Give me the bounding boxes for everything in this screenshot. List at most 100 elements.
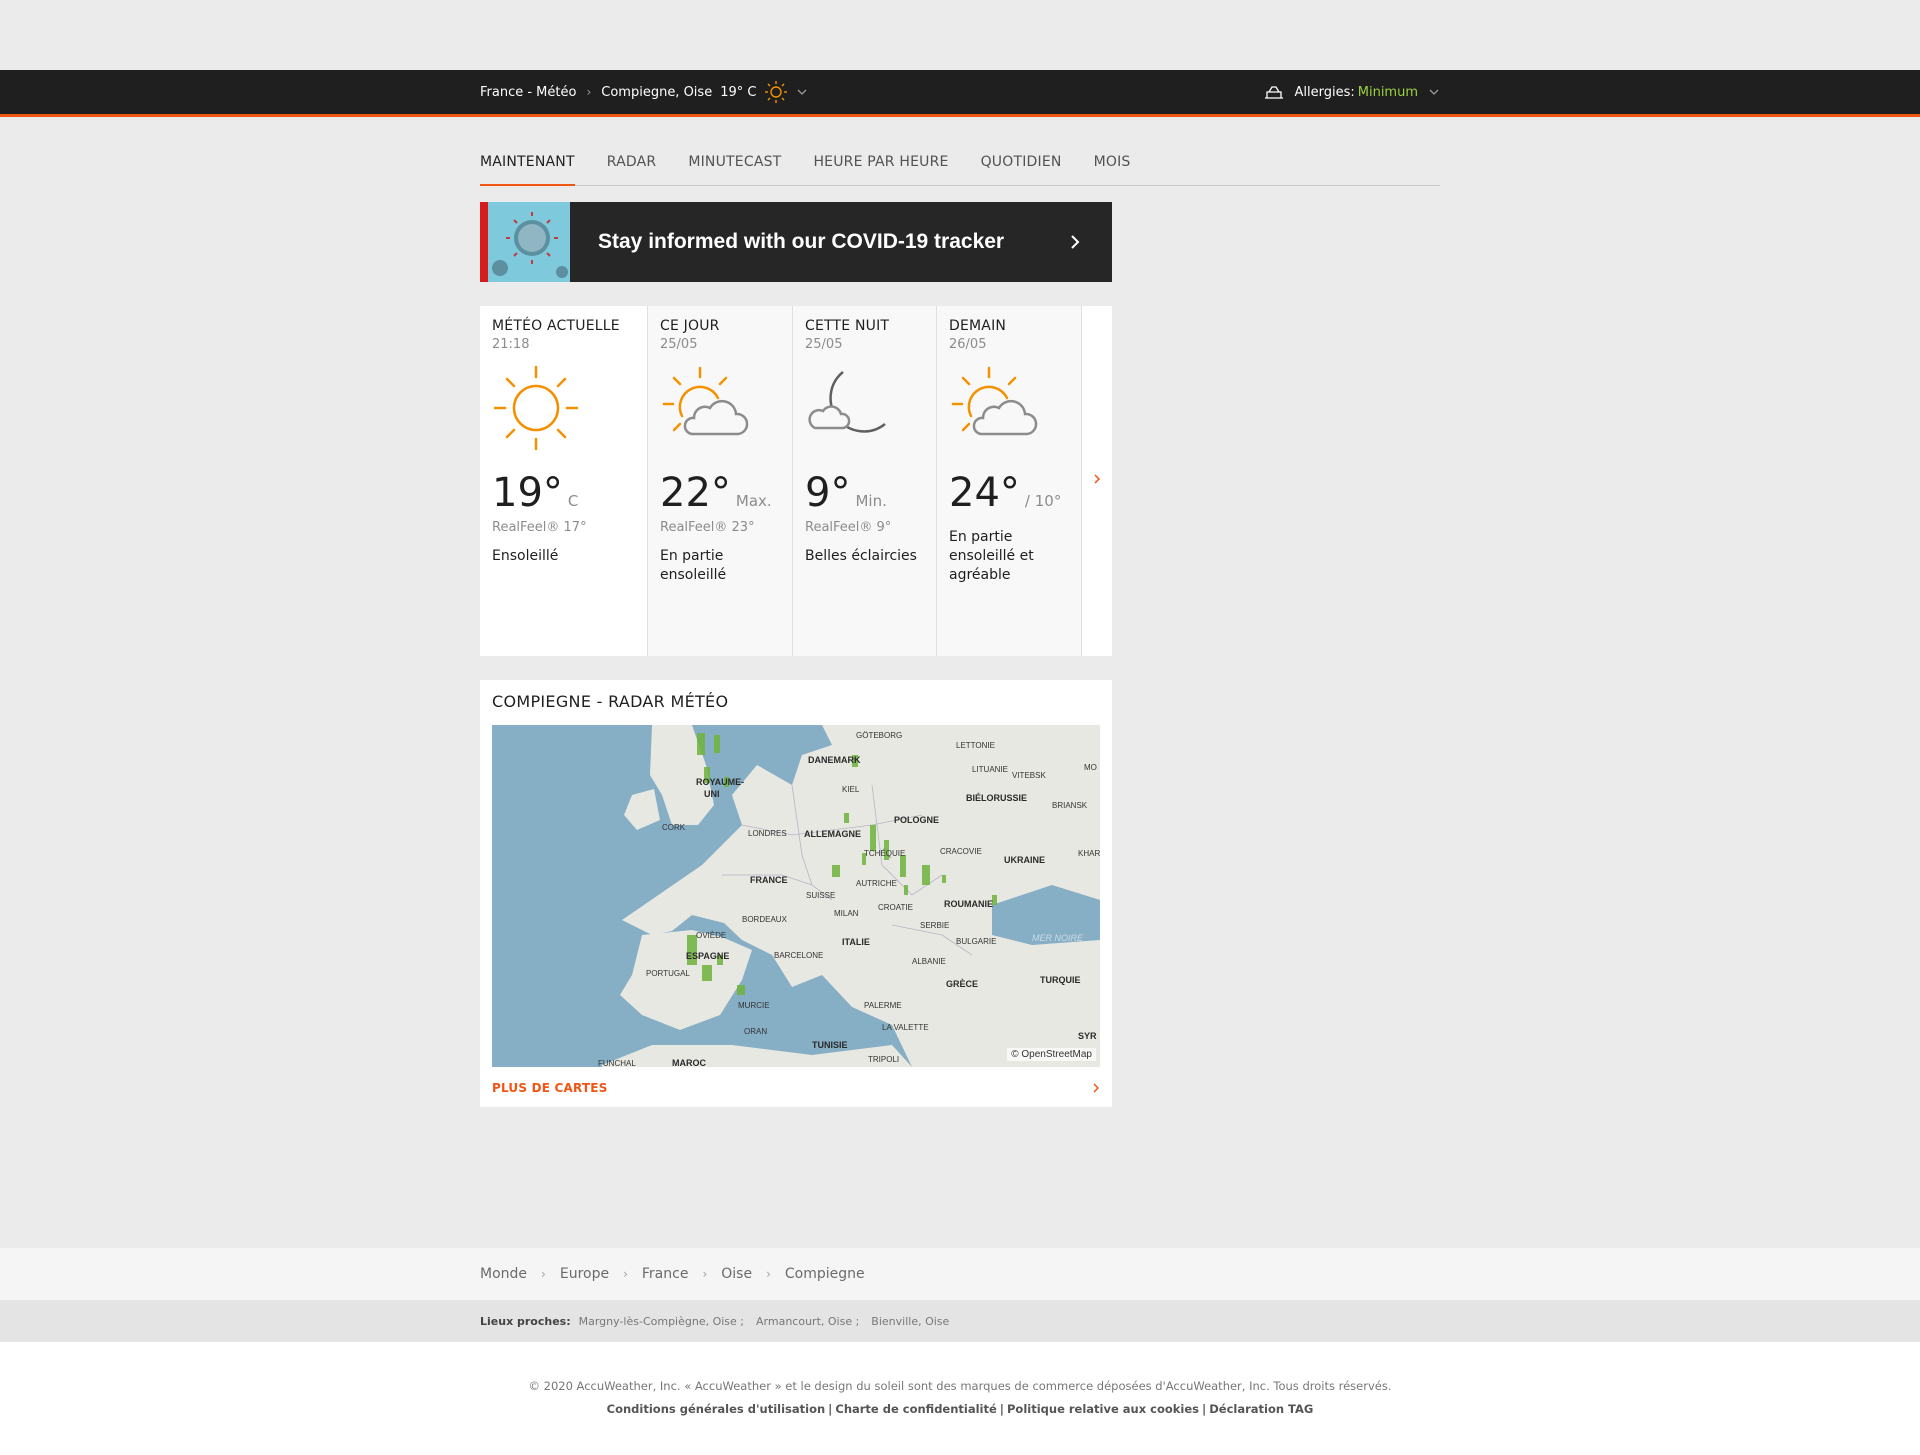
map-label: ROUMANIE (944, 899, 993, 909)
cookies-link[interactable]: Politique relative aux cookies (1007, 1402, 1199, 1416)
map-label: MURCIE (738, 1001, 770, 1010)
map-label: TRIPOLI (868, 1055, 900, 1064)
card-title: CETTE NUIT (805, 318, 890, 334)
map-label: BIÉLORUSSIE (966, 793, 1028, 803)
chevron-right-icon: › (586, 85, 592, 99)
header-current-temp[interactable]: 19° C (720, 85, 756, 100)
card-date: 26/05 (949, 337, 987, 352)
card-time: 21:18 (492, 337, 530, 352)
map-label: SUISSE (806, 891, 836, 900)
chevron-right-icon: › (623, 1267, 628, 1281)
card-title: MÉTÉO ACTUELLE (492, 318, 620, 334)
tab-heure-par-heure[interactable]: HEURE PAR HEURE (813, 140, 948, 186)
min-temp: / 10° (1024, 492, 1062, 510)
tab-mois[interactable]: MOIS (1094, 140, 1131, 186)
crumb-city-link[interactable]: Compiegne, Oise (601, 85, 712, 100)
map-label: ORAN (744, 1027, 768, 1036)
map-label: MO (1084, 763, 1097, 772)
map-label: ROYAUME- (696, 777, 745, 787)
breadcrumb-oise[interactable]: Oise (721, 1266, 752, 1282)
realfeel: RealFeel® 17° (492, 520, 587, 535)
nearby-label: Lieux proches: (480, 1314, 571, 1328)
cards-next-button[interactable] (1082, 306, 1112, 656)
realfeel: RealFeel® 23° (660, 520, 755, 535)
chevron-right-icon[interactable] (1092, 472, 1102, 486)
map-label: BORDEAUX (742, 915, 787, 924)
moon-cloud-icon (808, 371, 886, 433)
card-tonight[interactable]: CETTE NUIT 25/05 9° Min. RealFeel® 9° Be… (793, 306, 937, 656)
map-label: BRIANSK (1052, 801, 1088, 810)
map-label: PALERME (864, 1001, 902, 1010)
card-date: 25/05 (805, 337, 843, 352)
radar-map[interactable]: GÖTEBORG LETTONIE DANEMARK LITUANIE VITE… (492, 725, 1100, 1067)
nearby-link[interactable]: Armancourt, Oise ; (756, 1315, 859, 1328)
map-label: MAROC (672, 1058, 706, 1067)
tab-minutecast[interactable]: MINUTECAST (688, 140, 781, 186)
nav-tabs: MAINTENANT RADAR MINUTECAST HEURE PAR HE… (480, 140, 1440, 186)
breadcrumb-france[interactable]: France (642, 1266, 689, 1282)
chevron-down-icon[interactable] (1428, 86, 1440, 98)
allergy-label: Allergies: (1294, 84, 1355, 100)
map-label: SYR (1078, 1031, 1097, 1041)
map-label: TUNISIE (812, 1040, 848, 1050)
map-label: CRACOVIE (940, 847, 982, 856)
map-label: LETTONIE (956, 741, 995, 750)
allergy-dropdown[interactable]: Allergies: Minimum (1263, 83, 1441, 101)
tab-radar[interactable]: RADAR (607, 140, 657, 186)
weather-phrase: En partie ensoleillé (660, 548, 727, 583)
tab-quotidien[interactable]: QUOTIDIEN (981, 140, 1062, 186)
map-label: LA VALETTE (882, 1023, 929, 1032)
map-label: KIEL (842, 785, 860, 794)
map-label: BULGARIE (956, 937, 997, 946)
card-date: 25/05 (660, 337, 698, 352)
nearby-locations: Lieux proches: Margny-lès-Compiègne, Ois… (0, 1300, 1920, 1342)
breadcrumb-monde[interactable]: Monde (480, 1266, 527, 1282)
map-label: GRÈCE (946, 979, 979, 989)
map-label: POLOGNE (894, 815, 940, 825)
chevron-right-icon[interactable] (1092, 1082, 1100, 1094)
map-label: PORTUGAL (646, 969, 690, 978)
map-label: FUNCHAL (598, 1059, 636, 1067)
card-tomorrow[interactable]: DEMAIN 26/05 24° / 10° En partie ensolei… (937, 306, 1082, 656)
breadcrumb-compiegne[interactable]: Compiegne (785, 1266, 865, 1282)
weather-phrase: Ensoleillé (492, 548, 559, 564)
map-label: TCHÉQUIE (864, 849, 906, 858)
copyright-footer: © 2020 AccuWeather, Inc. « AccuWeather »… (0, 1342, 1920, 1455)
map-label: UKRAINE (1004, 855, 1046, 865)
banner-text[interactable]: Stay informed with our COVID-19 tracker (598, 230, 1004, 254)
top-header-bar: France - Météo › Compiegne, Oise 19° C A… (0, 70, 1920, 117)
sun-icon (493, 365, 579, 451)
card-current-weather[interactable]: MÉTÉO ACTUELLE 21:18 19° C RealFeel® 17°… (480, 306, 648, 656)
covid-tracker-banner[interactable]: Stay informed with our COVID-19 tracker (480, 202, 1112, 282)
more-maps-row[interactable]: PLUS DE CARTES (492, 1081, 1100, 1095)
map-label: TURQUIE (1040, 975, 1081, 985)
map-label: VITEBSK (1012, 771, 1046, 780)
nearby-link[interactable]: Margny-lès-Compiègne, Oise ; (579, 1315, 744, 1328)
map-label: AUTRICHE (856, 879, 897, 888)
more-maps-link[interactable]: PLUS DE CARTES (492, 1081, 608, 1095)
tag-link[interactable]: Déclaration TAG (1209, 1402, 1313, 1416)
weather-phrase: Belles éclaircies (805, 548, 917, 564)
nearby-link[interactable]: Bienville, Oise (871, 1315, 949, 1328)
tab-maintenant[interactable]: MAINTENANT (480, 140, 575, 186)
copyright-text: © 2020 AccuWeather, Inc. « AccuWeather »… (528, 1379, 1392, 1393)
card-today[interactable]: CE JOUR 25/05 22° Max. RealFeel® 23° En … (648, 306, 793, 656)
virus-image (488, 202, 570, 282)
map-label: CORK (662, 823, 686, 832)
chevron-right-icon: › (541, 1267, 546, 1281)
map-label: UNI (704, 789, 720, 799)
partly-sunny-icon (951, 366, 1038, 436)
breadcrumb-europe[interactable]: Europe (560, 1266, 609, 1282)
legal-links: Conditions générales d'utilisation | Chart… (606, 1402, 1314, 1416)
chevron-right-icon[interactable] (1068, 233, 1082, 251)
chevron-right-icon: › (702, 1267, 708, 1281)
sun-icon (765, 81, 788, 103)
map-attribution[interactable]: © OpenStreetMap (1007, 1048, 1096, 1061)
privacy-link[interactable]: Charte de confidentialité (835, 1402, 996, 1416)
terms-link[interactable]: Conditions générales d'utilisation (607, 1402, 826, 1416)
map-label: GÖTEBORG (856, 731, 903, 740)
max-temp: 22° (660, 470, 731, 516)
crumb-country-link[interactable]: France - Météo (480, 85, 576, 100)
chevron-down-icon[interactable] (796, 86, 808, 98)
map-label: BARCELONE (774, 951, 824, 960)
